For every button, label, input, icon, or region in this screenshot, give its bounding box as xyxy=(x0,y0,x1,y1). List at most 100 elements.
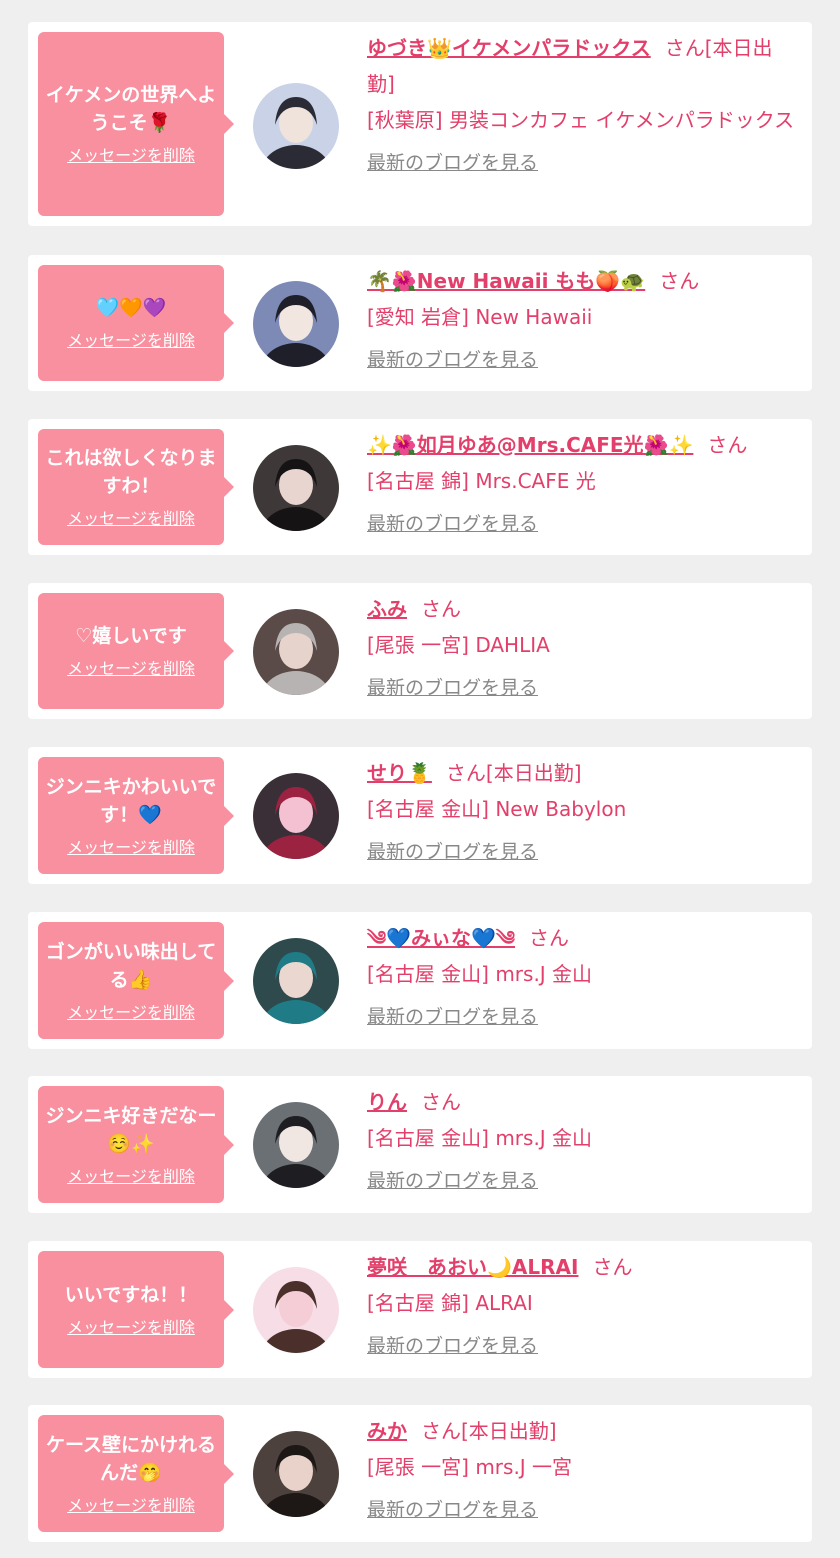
shop-name: [名古屋 錦] ALRAI xyxy=(367,1291,533,1315)
avatar[interactable] xyxy=(253,938,339,1024)
honorific: さん xyxy=(421,1090,461,1114)
honorific: さん xyxy=(659,269,700,293)
message-card: ♡嬉しいです メッセージを削除 ふみ さん [尾張 一宮] DAHLIA 最新のブログを見… xyxy=(28,583,812,719)
avatar-photo-icon xyxy=(253,609,339,695)
name-line: ふみ さん xyxy=(367,591,800,627)
honorific: さん xyxy=(592,1255,633,1279)
profile-name-link[interactable]: りん xyxy=(367,1090,407,1114)
avatar[interactable] xyxy=(253,281,339,367)
delete-message-link[interactable]: メッセージを削除 xyxy=(67,1495,195,1517)
avatar-photo-icon xyxy=(253,1102,339,1188)
delete-message-link[interactable]: メッセージを削除 xyxy=(67,508,195,530)
delete-message-link[interactable]: メッセージを削除 xyxy=(67,1317,195,1339)
latest-blog-link[interactable]: 最新のブログを見る xyxy=(367,675,538,701)
latest-blog-link[interactable]: 最新のブログを見る xyxy=(367,1004,538,1030)
name-line: ゆづき👑イケメンパラドックス さん[本日出勤] xyxy=(367,30,800,102)
profile-name-link[interactable]: ゆづき👑イケメンパラドックス xyxy=(367,36,651,60)
shop-name: [名古屋 錦] Mrs.CAFE 光 xyxy=(367,469,596,493)
message-card: 🩵🧡💜 メッセージを削除 🌴🌺New Hawaii もも🍑🐢 さん [愛知 岩倉] Ne… xyxy=(28,255,812,391)
honorific: さん xyxy=(664,36,705,60)
avatar-photo-icon xyxy=(253,445,339,531)
profile-name-link[interactable]: せり🍍 xyxy=(367,761,432,785)
avatar[interactable] xyxy=(253,773,339,859)
card-info: ༄💙みぃな💙༄ さん [名古屋 金山] mrs.J 金山 最新のブログを見る xyxy=(367,920,800,1030)
card-info: 🌴🌺New Hawaii もも🍑🐢 さん [愛知 岩倉] New Hawaii 最新の… xyxy=(367,263,800,373)
shop-name: [名古屋 金山] New Babylon xyxy=(367,797,627,821)
delete-message-link[interactable]: メッセージを削除 xyxy=(67,330,195,352)
message-card: ゴンがいい味出してる👍 メッセージを削除 ༄💙みぃな💙༄ さん [名古屋 金山] mrs… xyxy=(28,912,812,1049)
message-card: これは欲しくなりますわ！ メッセージを削除 ✨🌺如月ゆあ@Mrs.CAFE光🌺✨ さん… xyxy=(28,419,812,555)
shop-name: [名古屋 金山] mrs.J 金山 xyxy=(367,962,593,986)
message-text: イケメンの世界へようこそ🌹 xyxy=(45,84,217,134)
name-line: せり🍍 さん[本日出勤] xyxy=(367,755,800,791)
latest-blog-link[interactable]: 最新のブログを見る xyxy=(367,839,538,865)
message-bubble: 🩵🧡💜 メッセージを削除 xyxy=(38,265,234,381)
message-bubble: いいですね！！ メッセージを削除 xyxy=(38,1251,234,1368)
latest-blog-link[interactable]: 最新のブログを見る xyxy=(367,1168,538,1194)
profile-name-link[interactable]: ふみ xyxy=(367,597,407,621)
message-text: ♡嬉しいです xyxy=(75,625,187,647)
message-bubble: ゴンがいい味出してる👍 メッセージを削除 xyxy=(38,922,234,1039)
delete-message-link[interactable]: メッセージを削除 xyxy=(67,145,195,167)
name-line: 夢咲 あおい🌙ALRAI さん xyxy=(367,1249,800,1285)
card-info: ふみ さん [尾張 一宮] DAHLIA 最新のブログを見る xyxy=(367,591,800,701)
honorific: さん xyxy=(421,1419,461,1443)
shop-name: [秋葉原] 男装コンカフェ イケメンパラドックス xyxy=(367,108,795,132)
message-bubble: ジンニキかわいいです！💙 メッセージを削除 xyxy=(38,757,234,874)
card-info: ゆづき👑イケメンパラドックス さん[本日出勤] [秋葉原] 男装コンカフェ イケメン… xyxy=(367,30,800,176)
avatar[interactable] xyxy=(253,445,339,531)
latest-blog-link[interactable]: 最新のブログを見る xyxy=(367,511,538,537)
delete-message-link[interactable]: メッセージを削除 xyxy=(67,1002,195,1024)
message-text: ジンニキかわいいです！💙 xyxy=(45,775,217,826)
card-info: せり🍍 さん[本日出勤] [名古屋 金山] New Babylon 最新のブログを見る xyxy=(367,755,800,865)
profile-name-link[interactable]: 夢咲 あおい🌙ALRAI xyxy=(367,1255,578,1279)
profile-name-link[interactable]: ✨🌺如月ゆあ@Mrs.CAFE光🌺✨ xyxy=(367,433,693,457)
message-card: イケメンの世界へようこそ🌹 メッセージを削除 ゆづき👑イケメンパラドックス さん[本日… xyxy=(28,22,812,226)
avatar[interactable] xyxy=(253,1102,339,1188)
message-bubble: ケース壁にかけれるんだ🤭 メッセージを削除 xyxy=(38,1415,234,1532)
honorific: さん xyxy=(421,597,461,621)
message-bubble: イケメンの世界へようこそ🌹 メッセージを削除 xyxy=(38,32,234,216)
shop-name: [尾張 一宮] DAHLIA xyxy=(367,633,550,657)
shop-name: [名古屋 金山] mrs.J 金山 xyxy=(367,1126,593,1150)
message-bubble: ジンニキ好きだなー☺️✨ メッセージを削除 xyxy=(38,1086,234,1203)
message-list: イケメンの世界へようこそ🌹 メッセージを削除 ゆづき👑イケメンパラドックス さん[本日… xyxy=(0,0,840,1558)
honorific: さん xyxy=(707,433,748,457)
latest-blog-link[interactable]: 最新のブログを見る xyxy=(367,150,538,176)
latest-blog-link[interactable]: 最新のブログを見る xyxy=(367,1497,538,1523)
latest-blog-link[interactable]: 最新のブログを見る xyxy=(367,347,538,373)
avatar-photo-icon xyxy=(253,83,339,169)
avatar[interactable] xyxy=(253,609,339,695)
message-text: ケース壁にかけれるんだ🤭 xyxy=(45,1433,217,1484)
shop-name: [尾張 一宮] mrs.J 一宮 xyxy=(367,1455,573,1479)
card-info: みか さん[本日出勤] [尾張 一宮] mrs.J 一宮 最新のブログを見る xyxy=(367,1413,800,1523)
delete-message-link[interactable]: メッセージを削除 xyxy=(67,1166,195,1188)
avatar-photo-icon xyxy=(253,281,339,367)
message-card: ジンニキかわいいです！💙 メッセージを削除 せり🍍 さん[本日出勤] [名古屋 金山] … xyxy=(28,747,812,884)
message-text: 🩵🧡💜 xyxy=(95,297,167,319)
delete-message-link[interactable]: メッセージを削除 xyxy=(67,658,195,680)
delete-message-link[interactable]: メッセージを削除 xyxy=(67,837,195,859)
card-info: ✨🌺如月ゆあ@Mrs.CAFE光🌺✨ さん [名古屋 錦] Mrs.CAFE 光最新… xyxy=(367,427,800,537)
avatar[interactable] xyxy=(253,83,339,169)
message-text: いいですね！！ xyxy=(64,1283,198,1306)
message-text: これは欲しくなりますわ！ xyxy=(45,447,217,497)
card-info: 夢咲 あおい🌙ALRAI さん [名古屋 錦] ALRAI 最新のブログを見る xyxy=(367,1249,800,1359)
profile-name-link[interactable]: ༄💙みぃな💙༄ xyxy=(367,926,515,950)
attendance-status: [本日出勤] xyxy=(485,761,582,785)
honorific: さん xyxy=(529,926,570,950)
name-line: ༄💙みぃな💙༄ さん xyxy=(367,920,800,956)
avatar[interactable] xyxy=(253,1431,339,1517)
name-line: みか さん[本日出勤] xyxy=(367,1413,800,1449)
message-card: ジンニキ好きだなー☺️✨ メッセージを削除 りん さん [名古屋 金山] mrs.J 金… xyxy=(28,1076,812,1213)
avatar[interactable] xyxy=(253,1267,339,1353)
honorific: さん xyxy=(445,761,486,785)
profile-name-link[interactable]: みか xyxy=(367,1419,407,1443)
name-line: ✨🌺如月ゆあ@Mrs.CAFE光🌺✨ さん xyxy=(367,427,800,463)
name-line: 🌴🌺New Hawaii もも🍑🐢 さん xyxy=(367,263,800,299)
avatar-photo-icon xyxy=(253,1267,339,1353)
message-card: ケース壁にかけれるんだ🤭 メッセージを削除 みか さん[本日出勤] [尾張 一宮] mr… xyxy=(28,1405,812,1542)
message-card: いいですね！！ メッセージを削除 夢咲 あおい🌙ALRAI さん [名古屋 錦] ALR… xyxy=(28,1241,812,1378)
profile-name-link[interactable]: 🌴🌺New Hawaii もも🍑🐢 xyxy=(367,269,645,293)
latest-blog-link[interactable]: 最新のブログを見る xyxy=(367,1333,538,1359)
